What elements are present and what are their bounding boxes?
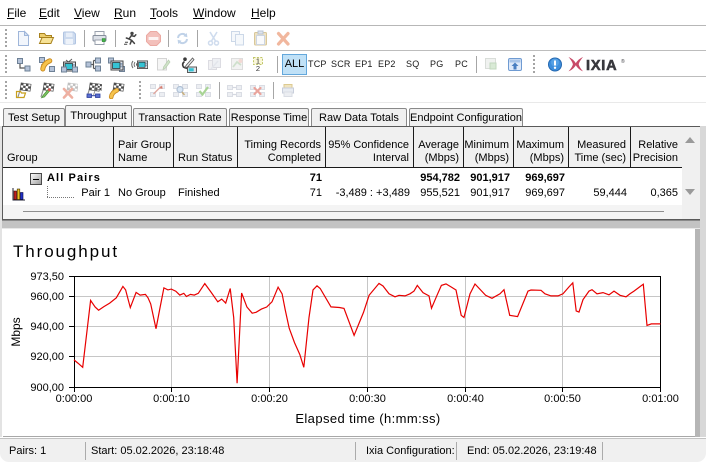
svg-text:0:00:10: 0:00:10 [153, 393, 190, 405]
svg-text:0:00:30: 0:00:30 [349, 393, 386, 405]
svg-text:IXIA: IXIA [586, 58, 617, 73]
svg-text:2: 2 [256, 64, 260, 73]
svg-text:0:00:00: 0:00:00 [56, 393, 93, 405]
svg-text:940,00: 940,00 [30, 321, 64, 333]
svg-text:0:00:20: 0:00:20 [251, 393, 288, 405]
svg-text:973,50: 973,50 [30, 271, 64, 283]
svg-text:Mbps: Mbps [9, 317, 23, 346]
svg-text:Elapsed time (h:mm:ss): Elapsed time (h:mm:ss) [295, 411, 440, 426]
svg-text:920,00: 920,00 [30, 351, 64, 363]
svg-text:0:01:00: 0:01:00 [642, 393, 679, 405]
svg-text:0:00:50: 0:00:50 [544, 393, 581, 405]
svg-text:960,00: 960,00 [30, 291, 64, 303]
svg-text:®: ® [621, 58, 625, 65]
svg-text:0:00:40: 0:00:40 [447, 393, 484, 405]
